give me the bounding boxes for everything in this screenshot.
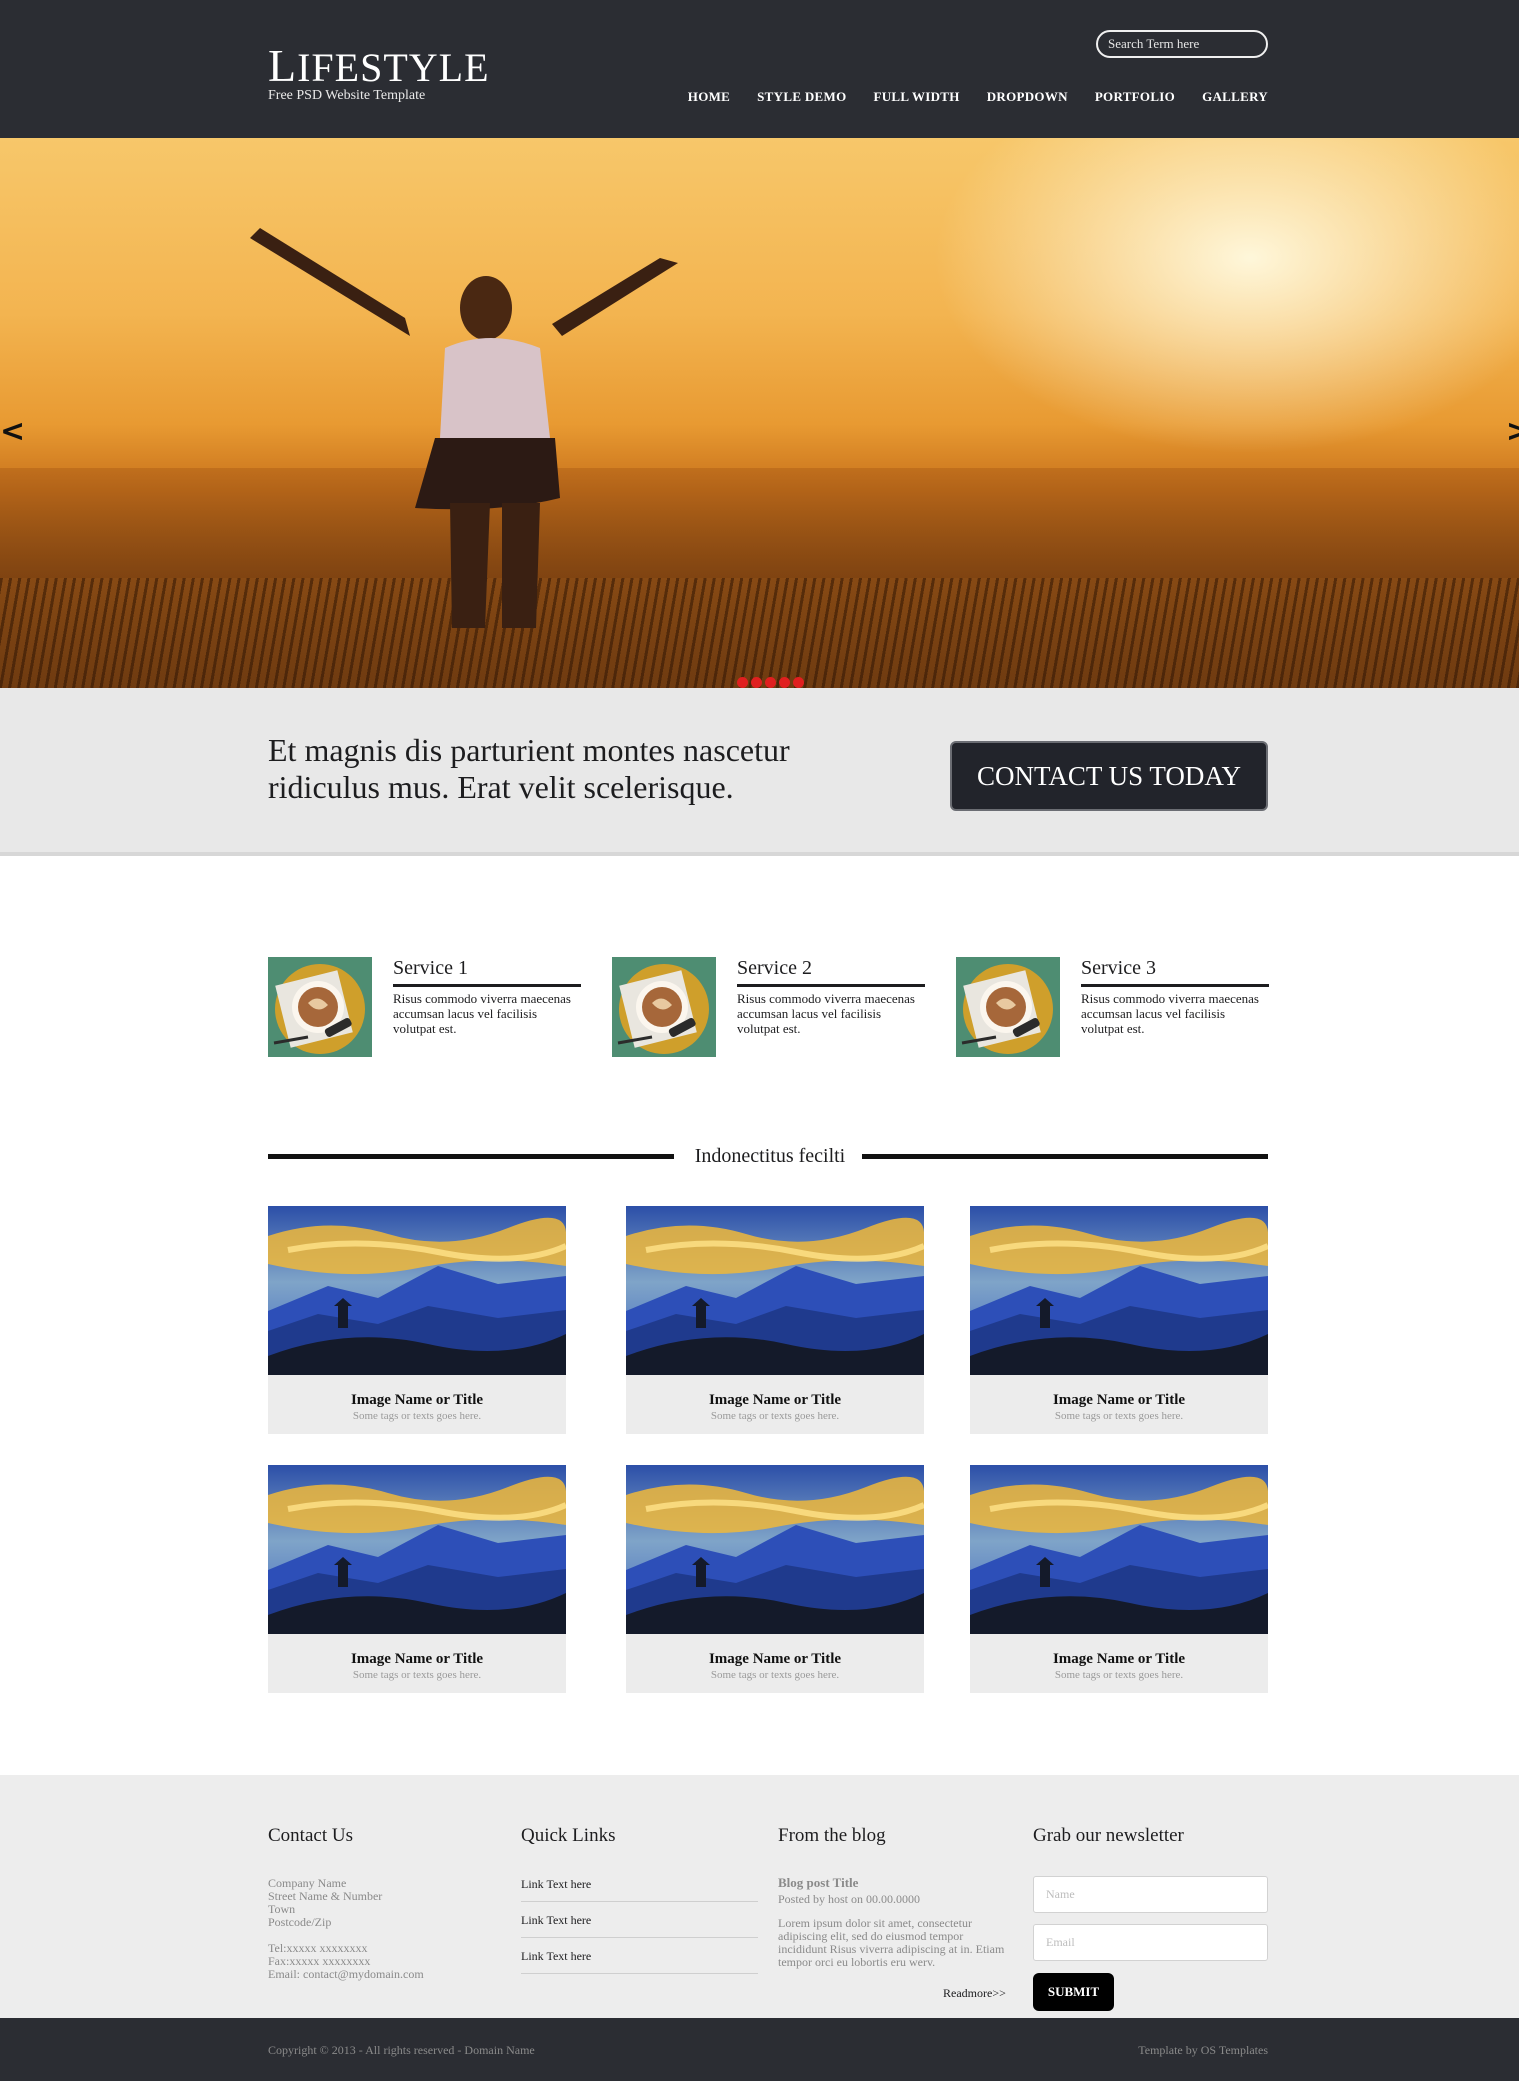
slider-dot[interactable] xyxy=(793,677,804,688)
main-nav: HOME STYLE DEMO FULL WIDTH DROPDOWN PORT… xyxy=(688,89,1268,105)
search-input[interactable] xyxy=(1096,30,1268,58)
hero-slider: < > xyxy=(0,138,1519,688)
section-divider xyxy=(268,1154,674,1159)
gallery-card[interactable]: Image Name or Title Some tags or texts go… xyxy=(268,1206,566,1434)
logo-subtitle: Free PSD Website Template xyxy=(268,88,426,103)
cta-text: Et magnis dis parturient montes nascetur… xyxy=(268,732,790,805)
section-divider xyxy=(862,1154,1268,1159)
gallery-card-tags: Some tags or texts goes here. xyxy=(352,1669,482,1681)
gallery-card-title: Image Name or Title xyxy=(708,1651,842,1667)
service-description: Risus commodo viverra maecenas accumsan … xyxy=(393,991,571,1036)
coffee-cup-image xyxy=(268,957,372,1057)
gallery-card[interactable]: Image Name or Title Some tags or texts go… xyxy=(970,1465,1268,1693)
gallery-card-title: Image Name or Title xyxy=(1052,1392,1186,1408)
footer-bottom-bar: Copyright © 2013 - All rights reserved -… xyxy=(0,2018,1519,2081)
slider-dots xyxy=(737,677,804,688)
site-footer xyxy=(0,1775,1519,2018)
blog-post-title[interactable]: Blog post Title xyxy=(778,1875,1014,1891)
template-credit[interactable]: Template by OS Templates xyxy=(1138,2043,1268,2058)
gallery-card-tags: Some tags or texts goes here. xyxy=(1054,1669,1184,1681)
blog-post-meta: Posted by host on 00.00.0000 xyxy=(778,1892,921,1906)
newsletter-email-input[interactable] xyxy=(1033,1924,1268,1961)
logo-title: LIFESTYLE xyxy=(268,40,490,91)
gallery-card-title: Image Name or Title xyxy=(350,1392,484,1408)
slider-prev-arrow[interactable]: < xyxy=(0,414,25,449)
cta-band: Et magnis dis parturient montes nascetur… xyxy=(0,688,1519,856)
quick-link[interactable]: Link Text here xyxy=(521,1866,758,1902)
gallery-card[interactable]: Image Name or Title Some tags or texts go… xyxy=(970,1206,1268,1434)
nav-full-width[interactable]: FULL WIDTH xyxy=(873,89,959,105)
newsletter-name-input[interactable] xyxy=(1033,1876,1268,1913)
mountain-landscape-image xyxy=(970,1206,1268,1375)
contact-address: Company Name Street Name & Number Town P… xyxy=(268,1877,424,1981)
quick-link[interactable]: Link Text here xyxy=(521,1938,758,1974)
slider-next-arrow[interactable]: > xyxy=(1506,414,1519,449)
gallery-card-title: Image Name or Title xyxy=(708,1392,842,1408)
nav-style-demo[interactable]: STYLE DEMO xyxy=(757,89,846,105)
site-header: LIFESTYLE Free PSD Website Template HOME… xyxy=(0,0,1519,138)
mountain-landscape-image xyxy=(970,1465,1268,1634)
nav-dropdown[interactable]: DROPDOWN xyxy=(987,89,1068,105)
nav-home[interactable]: HOME xyxy=(688,89,730,105)
service-card: Service 2 Risus commodo viverra maecenas… xyxy=(612,957,925,1057)
footer-contact-title: Contact Us xyxy=(268,1825,353,1846)
service-title: Service 2 xyxy=(737,957,925,987)
newsletter-submit-button[interactable]: SUBMIT xyxy=(1033,1973,1114,2011)
service-title: Service 1 xyxy=(393,957,581,987)
gallery-card-title: Image Name or Title xyxy=(350,1651,484,1667)
gallery-card[interactable]: Image Name or Title Some tags or texts go… xyxy=(626,1206,924,1434)
mountain-landscape-image xyxy=(626,1465,924,1634)
contact-email[interactable]: Email: contact@mydomain.com xyxy=(268,1968,424,1981)
mountain-landscape-image xyxy=(268,1206,566,1375)
coffee-cup-image xyxy=(612,957,716,1057)
copyright-text: Copyright © 2013 - All rights reserved -… xyxy=(268,2043,535,2057)
section-title: Indonectitus fecilti xyxy=(694,1145,846,1167)
gallery-card-tags: Some tags or texts goes here. xyxy=(352,1410,482,1422)
contact-us-button[interactable]: CONTACT US TODAY xyxy=(950,741,1268,811)
coffee-cup-image xyxy=(956,957,1060,1057)
readmore-link[interactable]: Readmore>> xyxy=(943,1986,1006,2001)
service-title: Service 3 xyxy=(1081,957,1269,987)
mountain-landscape-image xyxy=(268,1465,566,1634)
service-description: Risus commodo viverra maecenas accumsan … xyxy=(1081,991,1259,1036)
gallery-card[interactable]: Image Name or Title Some tags or texts go… xyxy=(626,1465,924,1693)
service-card: Service 1 Risus commodo viverra maecenas… xyxy=(268,957,581,1057)
slider-dot[interactable] xyxy=(779,677,790,688)
mountain-landscape-image xyxy=(626,1206,924,1375)
gallery-card[interactable]: Image Name or Title Some tags or texts go… xyxy=(268,1465,566,1693)
footer-blog-title: From the blog xyxy=(778,1825,886,1846)
service-card: Service 3 Risus commodo viverra maecenas… xyxy=(956,957,1269,1057)
contact-line: Postcode/Zip xyxy=(268,1915,332,1929)
slider-dot[interactable] xyxy=(765,677,776,688)
hero-woman-silhouette xyxy=(250,228,678,628)
service-description: Risus commodo viverra maecenas accumsan … xyxy=(737,991,915,1036)
footer-links-title: Quick Links xyxy=(521,1825,616,1846)
site-logo[interactable]: LIFESTYLE Free PSD Website Template xyxy=(268,40,490,104)
blog-post-excerpt: Lorem ipsum dolor sit amet, consectetur … xyxy=(778,1916,1005,1969)
slider-dot[interactable] xyxy=(737,677,748,688)
gallery-card-tags: Some tags or texts goes here. xyxy=(1054,1410,1184,1422)
quick-links: Link Text here Link Text here Link Text … xyxy=(521,1866,758,1974)
slider-dot[interactable] xyxy=(751,677,762,688)
blog-post: Blog post Title Posted by host on 00.00.… xyxy=(778,1875,1014,1969)
gallery-card-title: Image Name or Title xyxy=(1052,1651,1186,1667)
quick-link[interactable]: Link Text here xyxy=(521,1902,758,1938)
footer-newsletter-title: Grab our newsletter xyxy=(1033,1825,1184,1846)
gallery-card-tags: Some tags or texts goes here. xyxy=(710,1410,840,1422)
nav-gallery[interactable]: GALLERY xyxy=(1202,89,1268,105)
nav-portfolio[interactable]: PORTFOLIO xyxy=(1095,89,1175,105)
gallery-card-tags: Some tags or texts goes here. xyxy=(710,1669,840,1681)
